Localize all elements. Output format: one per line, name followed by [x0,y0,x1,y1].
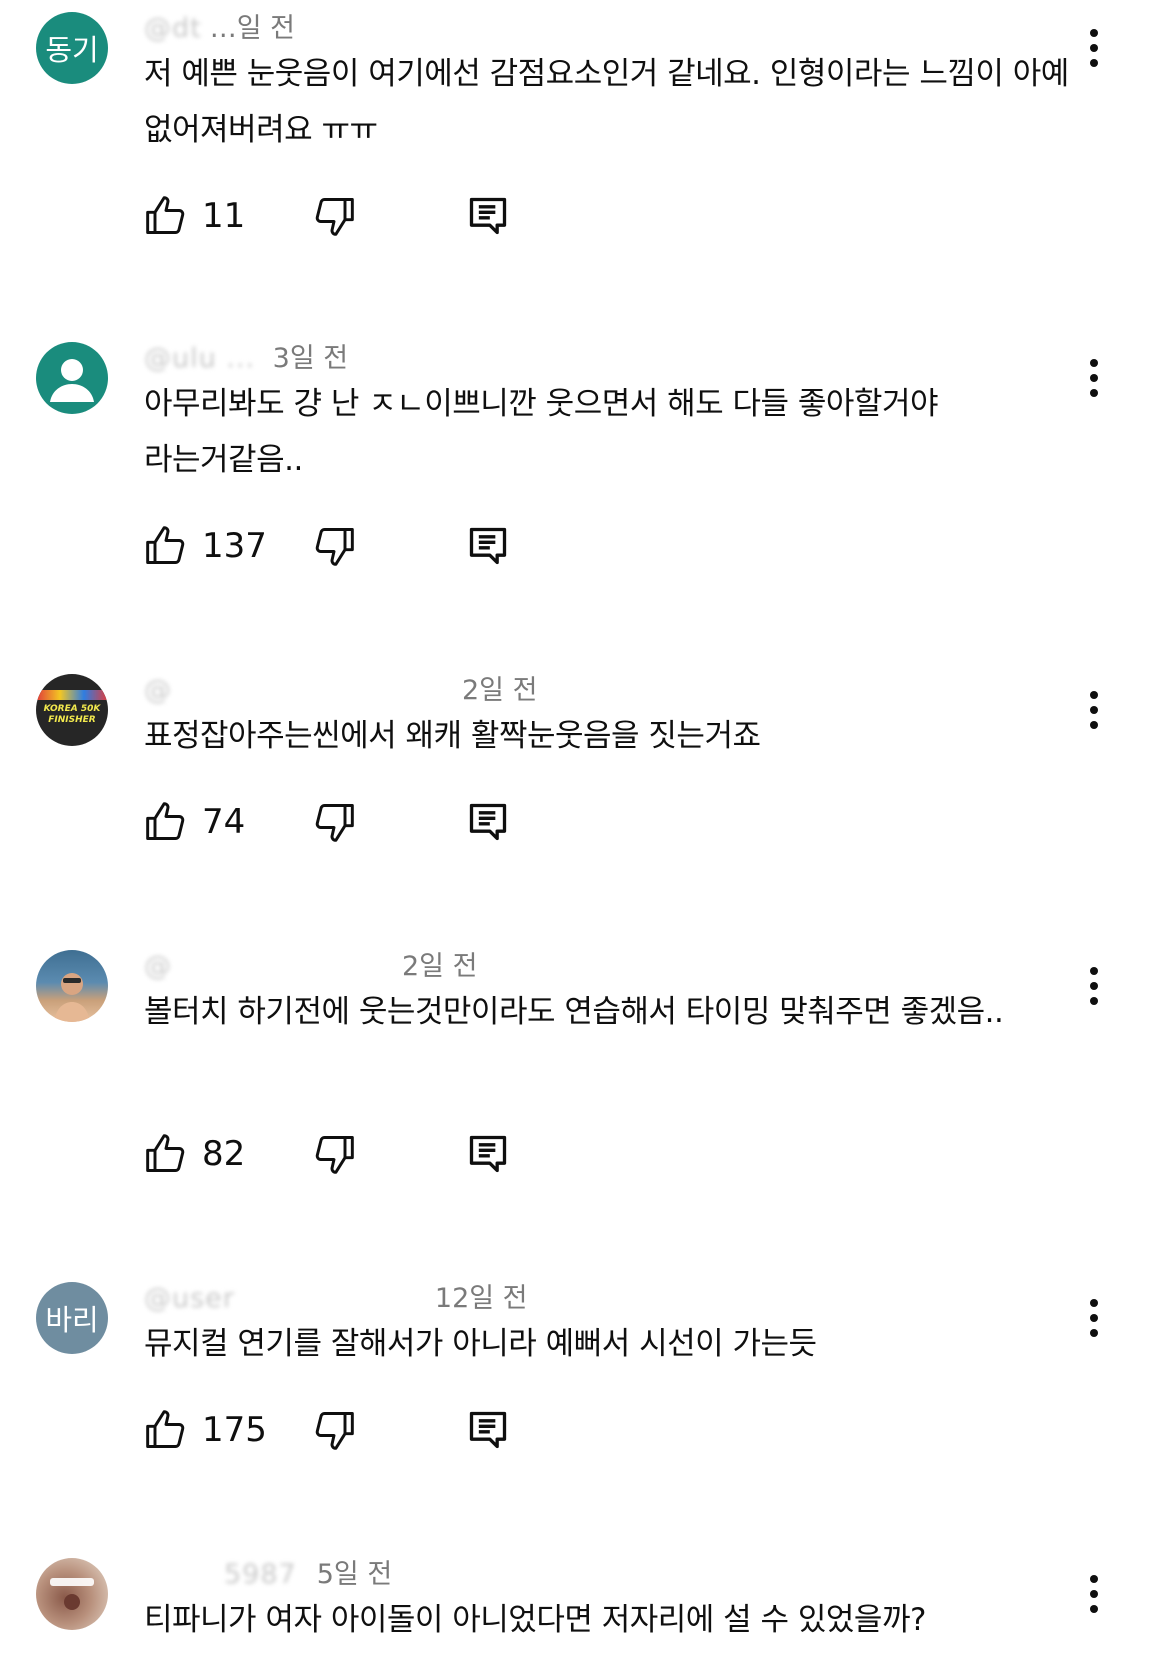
avatar[interactable] [36,950,108,1022]
more-vert-icon [1090,29,1098,67]
author-handle[interactable]: @dt [144,13,202,44]
more-vert-icon [1090,967,1098,1005]
comment-time: 2일 전 [402,951,478,982]
like-count: 82 [202,1134,246,1174]
like-count: 175 [202,1410,267,1450]
dislike-button[interactable] [312,1132,356,1176]
avatar[interactable]: 바리 [36,1282,108,1354]
avatar[interactable]: 동기 [36,12,108,84]
reply-button[interactable] [466,800,510,844]
like-button[interactable]: 74 [144,800,245,844]
thumbs-down-icon [315,198,354,236]
comment-text: 아무리봐도 걍 난 ㅈㄴ이쁘니깐 웃으면서 해도 다들 좋아할거야 라는거같음.… [144,386,948,478]
avatar[interactable] [36,1558,108,1630]
more-options-button[interactable] [1078,1294,1110,1342]
comment-time: 2일 전 [462,675,538,706]
like-count: 137 [202,526,267,566]
comment-text: 저 예쁜 눈웃음이 여기에선 감점요소인거 같네요. 인형이라는 느낌이 아예 … [144,56,1079,148]
thumbs-down-icon [315,804,354,842]
reply-icon [469,1411,507,1449]
author-handle[interactable]: @ [144,675,172,706]
reply-button[interactable] [466,1408,510,1452]
dislike-button[interactable] [312,524,356,568]
author-handle[interactable]: @user [144,1283,235,1314]
more-vert-icon [1090,1575,1098,1613]
like-button[interactable]: 137 [144,524,267,568]
profile-photo-icon [50,1578,94,1610]
thumbs-up-icon [146,526,185,564]
reply-button[interactable] [466,524,510,568]
thumbs-up-icon [146,196,185,234]
comment-meta: @2일 전 [144,668,537,707]
default-user-icon [50,359,94,402]
avatar-label: 바리 [45,1303,99,1337]
avatar-label: 동기 [45,33,99,67]
reply-button[interactable] [466,194,510,238]
comment-text: 볼터치 하기전에 웃는것만이라도 연습해서 타이밍 맞춰주면 좋겠음.. [144,994,1004,1030]
reply-icon [469,527,507,565]
like-count: 11 [202,196,246,236]
thumbs-up-icon [146,1410,185,1448]
like-button[interactable]: 175 [144,1408,267,1452]
avatar[interactable]: KOREA 50K FINISHER [36,674,108,746]
more-vert-icon [1090,359,1098,397]
comment-time: 12일 전 [434,1283,528,1314]
more-vert-icon [1090,691,1098,729]
comment-time: 3일 전 [272,343,349,374]
more-options-button[interactable] [1078,24,1110,72]
more-options-button[interactable] [1078,354,1110,402]
reply-icon [469,197,507,235]
reply-icon [469,1135,507,1173]
like-button[interactable]: 11 [144,194,245,238]
comment-meta: 5987 5일 전 [144,1552,392,1591]
thumbs-down-icon [315,1412,354,1450]
dislike-button[interactable] [312,800,356,844]
avatar-banner [36,690,108,700]
thumbs-up-icon [146,1134,185,1172]
more-options-button[interactable] [1078,686,1110,734]
author-handle[interactable]: @ [144,951,172,982]
thumbs-up-icon [146,802,185,840]
comment-time: …일 전 [209,13,295,44]
comment-text: 뮤지컬 연기를 잘해서가 아니라 예뻐서 시선이 가는듯 [144,1326,817,1362]
thumbs-down-icon [315,1136,354,1174]
author-handle[interactable]: @ulu ... [144,343,265,374]
like-button[interactable]: 82 [144,1132,245,1176]
comment-meta: @user 12일 전 [144,1276,528,1315]
like-count: 74 [202,802,246,842]
comment-time: 5일 전 [316,1559,393,1590]
thumbs-down-icon [315,528,354,566]
avatar-label: KOREA 50K FINISHER [43,704,101,725]
author-handle[interactable]: 5987 [224,1559,297,1590]
more-options-button[interactable] [1078,1570,1110,1618]
comment-text: 티파니가 여자 아이돌이 아니었다면 저자리에 설 수 있었을까? [144,1602,926,1638]
comment-meta: @2일 전 [144,944,477,983]
comment-meta: @dt …일 전 [144,6,295,45]
profile-photo-icon [54,973,90,1022]
dislike-button[interactable] [312,1408,356,1452]
more-options-button[interactable] [1078,962,1110,1010]
reply-button[interactable] [466,1132,510,1176]
comment-text: 표정잡아주는씬에서 왜캐 활짝눈웃음을 짓는거죠 [144,718,761,754]
comment-meta: @ulu ... 3일 전 [144,336,348,375]
dislike-button[interactable] [312,194,356,238]
reply-icon [469,803,507,841]
avatar[interactable] [36,342,108,414]
more-vert-icon [1090,1299,1098,1337]
